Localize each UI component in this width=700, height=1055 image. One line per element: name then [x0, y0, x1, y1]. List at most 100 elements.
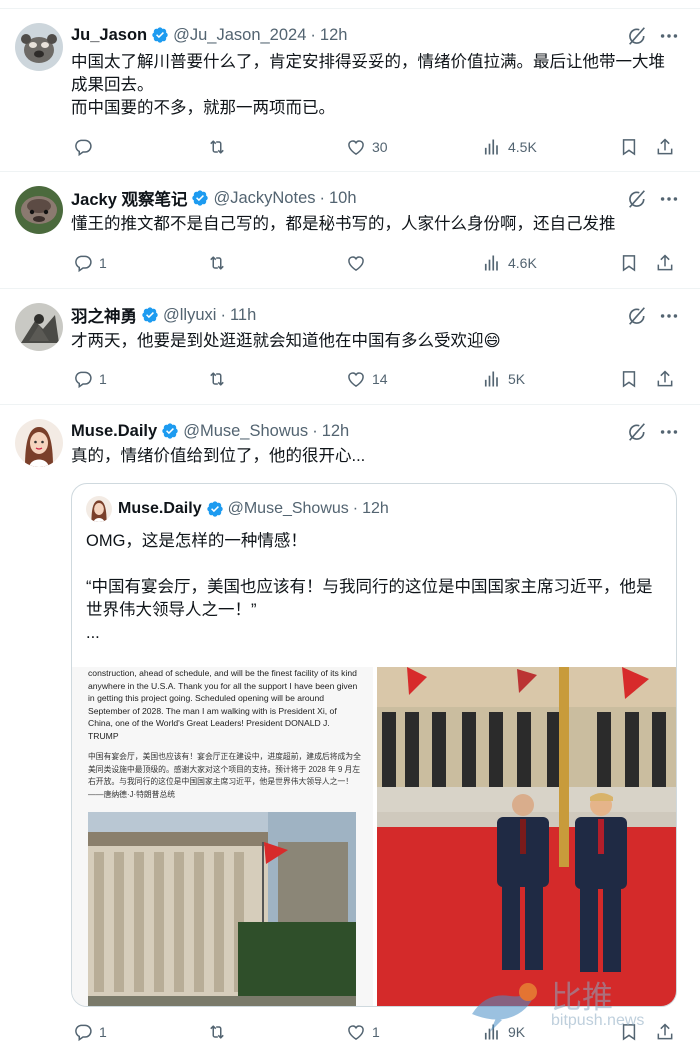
separator-dot: ·: [220, 305, 226, 324]
display-name[interactable]: Ju_Jason: [71, 26, 147, 45]
reply-icon: [73, 253, 93, 273]
share-button[interactable]: [655, 251, 675, 275]
quote-avatar[interactable]: [86, 496, 112, 522]
reply-button[interactable]: [73, 135, 99, 159]
quote-display-name[interactable]: Muse.Daily: [118, 500, 202, 518]
display-name[interactable]: 羽之神勇: [71, 303, 137, 327]
grok-icon[interactable]: [626, 305, 648, 327]
bookmark-button[interactable]: [619, 367, 639, 391]
like-count: 14: [372, 371, 388, 387]
views-button[interactable]: 5K: [482, 367, 525, 391]
user-handle[interactable]: @Ju_Jason_2024: [173, 26, 306, 45]
views-icon: [482, 137, 502, 157]
reply-button[interactable]: 1: [73, 367, 107, 391]
views-button[interactable]: 4.6K: [482, 251, 537, 275]
action-bar: 1 4.6K: [71, 251, 680, 275]
user-handle[interactable]: @JackyNotes: [213, 189, 315, 208]
tweet-text: 中国太了解川普要什么了，肯定安排得妥妥的，情绪价值拉满。最后让他带一大堆成果回去…: [71, 53, 665, 117]
tweet[interactable]: Jacky 观察笔记 @JackyNotes · 10h 懂王的推文都不是自己写…: [0, 171, 700, 288]
like-icon: [346, 1022, 366, 1042]
share-icon: [655, 253, 675, 273]
bookmark-icon: [619, 137, 639, 157]
view-count: 4.5K: [508, 139, 537, 155]
share-button[interactable]: [655, 367, 675, 391]
avatar[interactable]: [15, 303, 63, 351]
more-icon[interactable]: [658, 188, 680, 210]
welcome-ceremony-photo[interactable]: [377, 667, 676, 1006]
separator-dot: ·: [310, 25, 316, 44]
verified-badge-icon: [151, 26, 169, 44]
separator-dot: ·: [312, 421, 318, 440]
bookmark-button[interactable]: [619, 251, 639, 275]
verified-badge-icon: [191, 189, 209, 207]
retweet-button[interactable]: [207, 1020, 233, 1044]
tweet-text: 真的，情绪价值给到位了，他的很开心...: [71, 447, 366, 465]
views-icon: [482, 253, 502, 273]
avatar[interactable]: [15, 419, 63, 467]
like-icon: [346, 253, 366, 273]
more-icon[interactable]: [658, 421, 680, 443]
share-button[interactable]: [655, 135, 675, 159]
watermark-cn: 比推: [551, 980, 613, 1016]
display-name[interactable]: Muse.Daily: [71, 422, 157, 441]
like-button[interactable]: 30: [346, 135, 388, 159]
watermark-en: bitpush.news: [551, 1012, 645, 1029]
tweet[interactable]: Muse.Daily @Muse_Showus · 12h 真的，情绪价值给到位…: [0, 404, 700, 1055]
retweet-button[interactable]: [207, 367, 233, 391]
timestamp[interactable]: 11h: [230, 306, 256, 325]
reply-icon: [73, 137, 93, 157]
display-name[interactable]: Jacky 观察笔记: [71, 186, 187, 210]
reply-count: 1: [99, 255, 107, 271]
more-icon[interactable]: [658, 305, 680, 327]
great-hall-photo: [88, 812, 356, 1006]
share-icon: [655, 369, 675, 389]
post-english-text: construction, ahead of schedule, and wil…: [88, 668, 358, 741]
reply-icon: [73, 369, 93, 389]
tweet-text: 才两天，他要是到处逛逛就会知道他在中国有多么受欢迎😄: [71, 332, 501, 350]
user-handle[interactable]: @llyuxi: [163, 306, 216, 325]
reply-button[interactable]: 1: [73, 251, 107, 275]
verified-badge-icon: [161, 422, 179, 440]
like-button[interactable]: [346, 251, 372, 275]
grok-icon[interactable]: [626, 25, 648, 47]
verified-badge-icon: [141, 306, 159, 324]
reply-button[interactable]: 1: [73, 1020, 107, 1044]
retweet-icon: [207, 253, 227, 273]
more-icon[interactable]: [658, 25, 680, 47]
like-button[interactable]: 14: [346, 367, 388, 391]
avatar[interactable]: [15, 186, 63, 234]
tweet[interactable]: 羽之神勇 @llyuxi · 11h 才两天，他要是到处逛逛就会知道他在中国有多…: [0, 288, 700, 404]
like-icon: [346, 369, 366, 389]
separator-dot: ·: [352, 500, 359, 517]
truth-post-screenshot[interactable]: construction, ahead of schedule, and wil…: [72, 667, 373, 1006]
bookmark-button[interactable]: [619, 135, 639, 159]
like-icon: [346, 137, 366, 157]
quote-timestamp[interactable]: 12h: [362, 500, 389, 518]
views-button[interactable]: 4.5K: [482, 135, 537, 159]
avatar[interactable]: [15, 23, 63, 71]
grok-icon[interactable]: [626, 421, 648, 443]
bookmark-icon: [619, 253, 639, 273]
quoted-tweet[interactable]: Muse.Daily @Muse_Showus · 12h OMG，这是怎样的一…: [71, 483, 677, 1007]
view-count: 4.6K: [508, 255, 537, 271]
bookmark-icon: [619, 369, 639, 389]
bitpush-watermark: 比推 bitpush.news: [466, 970, 696, 1040]
tweet-text: 懂王的推文都不是自己写的，都是秘书写的，人家什么身份啊，还自己发推: [71, 215, 616, 233]
quote-user-handle[interactable]: @Muse_Showus: [228, 500, 349, 518]
timestamp[interactable]: 12h: [320, 26, 348, 45]
retweet-icon: [207, 137, 227, 157]
quote-media[interactable]: construction, ahead of schedule, and wil…: [72, 667, 676, 1006]
timestamp[interactable]: 12h: [322, 422, 350, 441]
like-count: 30: [372, 139, 388, 155]
retweet-button[interactable]: [207, 135, 233, 159]
like-count: 1: [372, 1024, 380, 1040]
user-handle[interactable]: @Muse_Showus: [183, 422, 308, 441]
retweet-button[interactable]: [207, 251, 233, 275]
post-chinese-text: 中国有宴会厅，美国也应该有！宴会厅正在建设中，进度超前，建成后将成为全美同类设施…: [88, 752, 361, 799]
grok-icon[interactable]: [626, 188, 648, 210]
tweet[interactable]: Ju_Jason @Ju_Jason_2024 · 12h 中国太了解川普要什么…: [0, 8, 700, 171]
like-button[interactable]: 1: [346, 1020, 380, 1044]
reply-icon: [73, 1022, 93, 1042]
reply-count: 1: [99, 1024, 107, 1040]
timestamp[interactable]: 10h: [329, 189, 357, 208]
